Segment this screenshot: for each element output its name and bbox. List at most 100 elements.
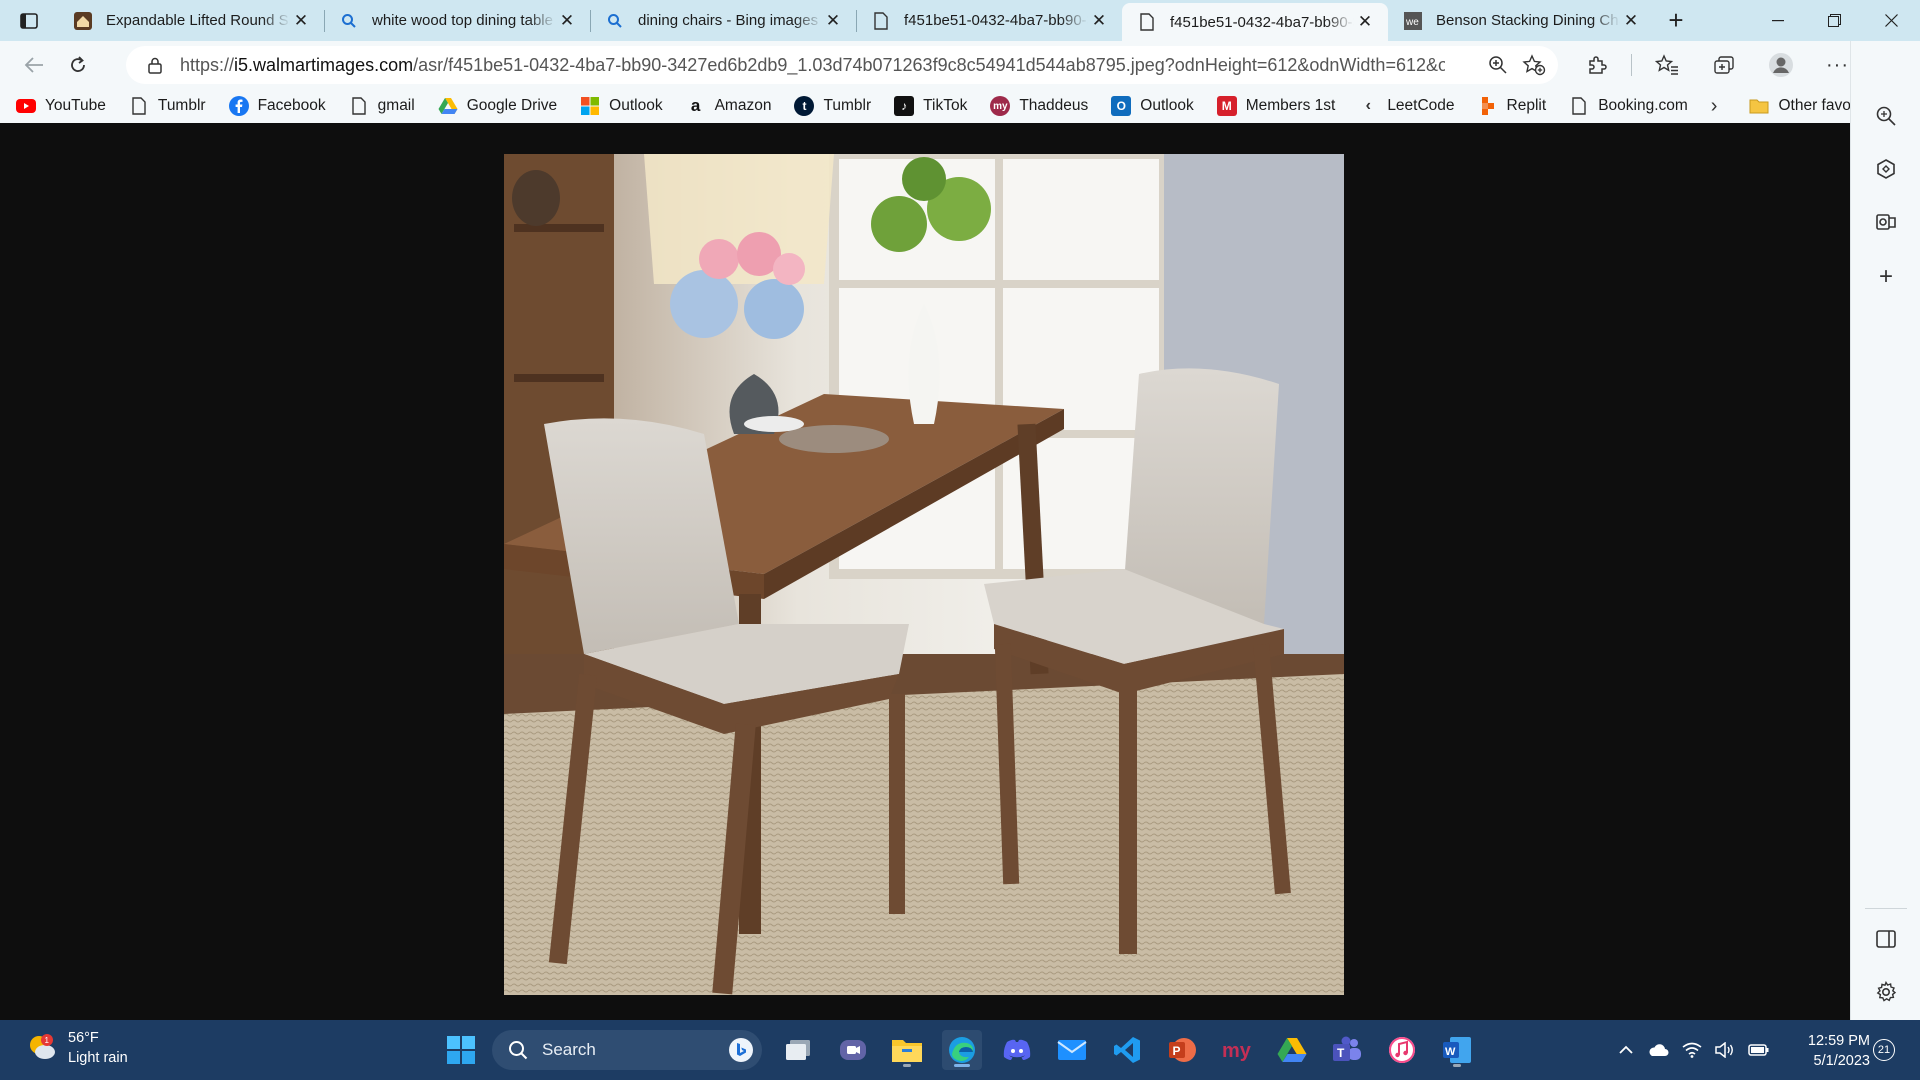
minimize-button[interactable] — [1749, 0, 1806, 41]
chevron-up-icon[interactable] — [1618, 1045, 1634, 1055]
svg-text:we: we — [1405, 17, 1419, 28]
clock-date: 5/1/2023 — [1813, 1053, 1870, 1069]
more-favorites-button[interactable]: › — [1711, 95, 1718, 118]
sidebar-shopping-button[interactable] — [1851, 147, 1920, 191]
close-icon[interactable]: ✕ — [556, 10, 578, 32]
onedrive-cloud-icon[interactable] — [1647, 1043, 1669, 1057]
system-tray — [1618, 1020, 1770, 1080]
favorite-facebook[interactable]: Facebook — [228, 96, 326, 116]
folder-icon — [892, 1040, 922, 1062]
myapp-button[interactable]: my — [1217, 1030, 1257, 1070]
tab-title: dining chairs - Bing images — [638, 12, 819, 29]
hide-sidebar-button[interactable] — [1851, 917, 1920, 961]
volume-icon[interactable] — [1715, 1042, 1735, 1058]
edge-sidebar: + — [1850, 41, 1920, 1020]
tab-title: Expandable Lifted Round Single Pedestal — [106, 12, 290, 29]
favorite-label: Tumblr — [157, 97, 206, 114]
address-bar[interactable]: https://i5.walmartimages.com/asr/f451be5… — [126, 46, 1558, 84]
chat-camera-icon — [840, 1040, 866, 1060]
page-icon — [1136, 11, 1158, 33]
tab-5-active[interactable]: f451be51-0432-4ba7-bb90-3427ed6b ✕ — [1122, 3, 1388, 41]
teams-chat-button[interactable] — [833, 1030, 873, 1070]
taskbar-search[interactable]: Search — [492, 1030, 762, 1070]
system-clock[interactable]: 12:59 PM 5/1/2023 — [1798, 1031, 1870, 1071]
add-favorite-icon[interactable] — [1522, 54, 1546, 76]
word-button[interactable]: W — [1437, 1030, 1477, 1070]
running-indicator — [903, 1064, 911, 1067]
favorite-outlook-2[interactable]: O Outlook — [1111, 96, 1194, 116]
back-button[interactable] — [12, 47, 56, 83]
close-icon[interactable]: ✕ — [822, 10, 844, 32]
favorite-youtube[interactable]: YouTube — [16, 96, 106, 116]
notification-badge[interactable]: 21 — [1873, 1039, 1895, 1061]
favorite-booking[interactable]: Booking.com — [1569, 96, 1688, 116]
favorite-google-drive[interactable]: Google Drive — [438, 96, 557, 116]
home-store-icon — [72, 10, 94, 32]
tab-actions-button[interactable] — [0, 0, 58, 41]
more-dots-icon: ··· — [1826, 53, 1849, 76]
favorites-button[interactable] — [1638, 47, 1695, 83]
tab-6[interactable]: we Benson Stacking Dining Chairs ✕ — [1388, 0, 1654, 41]
favorite-label: Outlook — [1140, 97, 1194, 114]
favorite-amazon[interactable]: a Amazon — [686, 96, 772, 116]
tab-actions-icon — [20, 12, 38, 29]
wifi-icon[interactable] — [1682, 1042, 1702, 1058]
favorite-gmail[interactable]: gmail — [349, 96, 415, 116]
tab-3[interactable]: dining chairs - Bing images ✕ — [590, 0, 856, 41]
tiktok-icon: ♪ — [894, 96, 915, 116]
amazon-icon: a — [690, 96, 701, 115]
extensions-button[interactable] — [1568, 47, 1625, 83]
favorite-tumblr[interactable]: Tumblr — [129, 96, 206, 116]
teams-button[interactable]: T — [1327, 1030, 1367, 1070]
sidebar-add-button[interactable]: + — [1851, 255, 1920, 299]
favorites-star-list-icon — [1654, 54, 1678, 75]
close-icon[interactable]: ✕ — [1088, 10, 1110, 32]
tab-title: white wood top dining table - Bing — [372, 12, 556, 29]
toolbar-separator — [1631, 54, 1632, 76]
favorite-tiktok[interactable]: ♪ TikTok — [894, 96, 967, 116]
collections-button[interactable] — [1695, 47, 1752, 83]
sidebar-panel-icon — [1876, 930, 1896, 948]
zoom-icon[interactable] — [1488, 55, 1508, 75]
url-text[interactable]: https://i5.walmartimages.com/asr/f451be5… — [180, 55, 1445, 76]
discord-button[interactable] — [997, 1030, 1037, 1070]
lock-icon[interactable] — [148, 57, 162, 74]
weather-widget[interactable]: 1 56°F Light rain — [26, 1028, 128, 1068]
bing-icon — [729, 1038, 753, 1062]
favorite-members-1st[interactable]: M Members 1st — [1216, 96, 1335, 116]
file-explorer-button[interactable] — [887, 1030, 927, 1070]
tab-1[interactable]: Expandable Lifted Round Single Pedestal … — [58, 0, 324, 41]
battery-icon[interactable] — [1748, 1042, 1770, 1058]
favorite-leetcode[interactable]: ‹ LeetCode — [1358, 96, 1455, 116]
task-view-button[interactable] — [778, 1030, 818, 1070]
favorite-replit[interactable]: Replit — [1478, 96, 1546, 116]
powerpoint-button[interactable]: P — [1162, 1030, 1202, 1070]
favorite-label: Booking.com — [1598, 97, 1688, 114]
favorite-tumblr-2[interactable]: t Tumblr — [794, 96, 871, 116]
sidebar-settings-button[interactable] — [1851, 970, 1920, 1014]
close-window-button[interactable] — [1863, 0, 1920, 41]
favorite-thaddeus[interactable]: my Thaddeus — [990, 96, 1088, 116]
google-drive-button[interactable] — [1272, 1030, 1312, 1070]
new-tab-button[interactable]: + — [1654, 0, 1698, 41]
profile-button[interactable] — [1752, 47, 1809, 83]
refresh-icon — [71, 56, 85, 72]
search-icon — [1876, 106, 1896, 126]
mail-button[interactable] — [1052, 1030, 1092, 1070]
restore-button[interactable] — [1806, 0, 1863, 41]
close-icon[interactable]: ✕ — [1354, 11, 1376, 33]
itunes-button[interactable] — [1382, 1030, 1422, 1070]
favorite-label: TikTok — [923, 97, 968, 114]
close-icon[interactable]: ✕ — [1620, 10, 1642, 32]
close-icon[interactable]: ✕ — [290, 10, 312, 32]
favorite-outlook[interactable]: Outlook — [580, 96, 663, 116]
sidebar-search-button[interactable] — [1851, 94, 1920, 138]
edge-taskbar-button[interactable] — [942, 1030, 982, 1070]
vscode-button[interactable] — [1107, 1030, 1147, 1070]
tab-4[interactable]: f451be51-0432-4ba7-bb90-3427ed6b ✕ — [856, 0, 1122, 41]
refresh-button[interactable] — [56, 47, 100, 83]
sidebar-outlook-button[interactable] — [1851, 200, 1920, 244]
tab-2[interactable]: white wood top dining table - Bing ✕ — [324, 0, 590, 41]
product-photo[interactable] — [504, 154, 1344, 995]
start-button[interactable] — [441, 1030, 481, 1070]
